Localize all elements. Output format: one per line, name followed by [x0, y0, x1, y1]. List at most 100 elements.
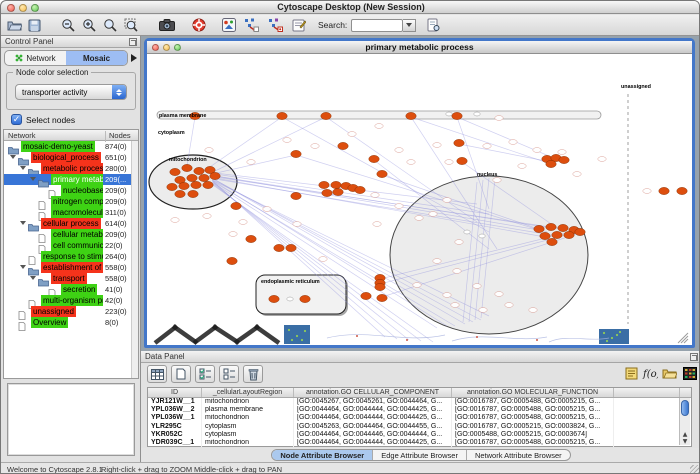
- node-label-halo: [529, 308, 537, 313]
- node-label-halo: [518, 164, 526, 169]
- control-panel-title: Control Panel: [5, 37, 53, 46]
- table-column-header[interactable]: annotation.GO CELLULAR_COMPONENT: [294, 388, 452, 397]
- thumbnail-node-dot: [616, 334, 618, 336]
- expand-arrow-icon[interactable]: [20, 166, 26, 170]
- scrollbar-arrows[interactable]: ▲▼: [680, 431, 690, 445]
- tab-node-attribute-browser[interactable]: Node Attribute Browser: [272, 450, 373, 460]
- data-panel-title: Data Panel: [145, 352, 185, 361]
- tree-row[interactable]: biological_process651(0): [4, 152, 138, 163]
- table-row[interactable]: YPL036W__1mitochondrion[GO:0044464, GO:0…: [148, 414, 691, 422]
- new-attribute-button[interactable]: [171, 365, 191, 383]
- tree-row[interactable]: establishment of lo558(0): [4, 262, 138, 273]
- layout-nodes-button[interactable]: [242, 16, 260, 34]
- table-column-header[interactable]: ID: [148, 388, 202, 397]
- select-attributes-button[interactable]: [195, 365, 215, 383]
- open-session-button[interactable]: [5, 16, 23, 34]
- import-attributes-button[interactable]: [661, 365, 678, 382]
- graph-node: [406, 112, 416, 119]
- select-nodes-checkbox[interactable]: ✓: [11, 114, 22, 125]
- tree-row[interactable]: cellular metabo209(0): [4, 229, 138, 240]
- table-column-header[interactable]: annotation.GO MOLECULAR_FUNCTION: [452, 388, 614, 397]
- zoom-in-button[interactable]: [80, 16, 98, 34]
- search-input[interactable]: [351, 19, 403, 32]
- help-button[interactable]: [190, 16, 208, 34]
- network-canvas[interactable]: plasma membranecytoplasmmitochondrionnuc…: [147, 54, 692, 345]
- tree-row[interactable]: unassigned223(0): [4, 306, 138, 317]
- tree-row[interactable]: nitrogen compo209(0): [4, 196, 138, 207]
- expand-arrow-icon[interactable]: [10, 155, 16, 159]
- zoom-out-button[interactable]: [59, 16, 77, 34]
- tree-scrollbar[interactable]: [131, 141, 138, 378]
- tree-row[interactable]: secretion 41(0): [4, 284, 138, 295]
- annotation-button[interactable]: [290, 16, 308, 34]
- save-session-button[interactable]: [25, 16, 43, 34]
- search-dropdown-button[interactable]: [403, 19, 416, 32]
- table-scrollbar[interactable]: ▲▼: [679, 398, 690, 445]
- node-label-halo: [373, 222, 381, 227]
- tree-row[interactable]: nucleobase-209(0): [4, 185, 138, 196]
- scrollbar-thumb[interactable]: [681, 400, 689, 416]
- table-row[interactable]: YJR121W__1mitochondrion[GO:0045267, GO:0…: [148, 398, 691, 406]
- tree-row-label: secretion: [61, 284, 97, 295]
- birds-eye-view[interactable]: [7, 383, 135, 456]
- tree-row-count: 8(0): [105, 317, 118, 328]
- tab-network[interactable]: Network: [5, 51, 66, 65]
- graph-node: [246, 235, 256, 242]
- table-row[interactable]: YDR039C__1mitochondrion[GO:0044464, GO:0…: [148, 439, 691, 447]
- tree-row[interactable]: cellular process614(0): [4, 218, 138, 229]
- expand-arrow-icon[interactable]: [20, 221, 26, 225]
- tree-row[interactable]: response to stimulu264(0): [4, 251, 138, 262]
- matrix-view-button[interactable]: [681, 365, 698, 382]
- node-label-halo: [415, 216, 423, 221]
- graph-node: [457, 157, 467, 164]
- tree-row[interactable]: primary metabo209(...: [4, 174, 138, 185]
- graph-node: [361, 292, 371, 299]
- zoom-fit-button[interactable]: [101, 16, 119, 34]
- attribute-table-button[interactable]: [147, 365, 167, 383]
- tree-row[interactable]: multi-organism pro42(0): [4, 295, 138, 306]
- table-row[interactable]: YLR295Ccytoplasm[GO:0045263, GO:0044464,…: [148, 423, 691, 431]
- tree-row[interactable]: transport558(0): [4, 273, 138, 284]
- table-column-header[interactable]: [614, 388, 680, 397]
- table-row[interactable]: YPL036W__2plasma membrane[GO:0044464, GO…: [148, 406, 691, 414]
- tree-row-count: 209(0): [105, 185, 127, 196]
- graph-node: [547, 238, 557, 245]
- expand-arrow-icon[interactable]: [30, 177, 36, 181]
- expand-arrow-icon[interactable]: [20, 265, 26, 269]
- float-panel-icon[interactable]: [690, 353, 698, 361]
- search-config-button[interactable]: [424, 16, 442, 34]
- tree-row[interactable]: macromolecule311(0): [4, 207, 138, 218]
- tree-column-network[interactable]: Network: [8, 131, 36, 140]
- resize-grip[interactable]: [690, 465, 700, 474]
- tree-row[interactable]: Overview8(0): [4, 317, 138, 328]
- table-column-header[interactable]: _cellularLayoutRegion: [202, 388, 294, 397]
- tab-edge-attribute-browser[interactable]: Edge Attribute Browser: [373, 450, 467, 460]
- network-graph[interactable]: plasma membranecytoplasmmitochondrionnuc…: [147, 54, 692, 345]
- float-panel-icon[interactable]: [129, 38, 137, 46]
- graph-node: [291, 192, 301, 199]
- snapshot-button[interactable]: [158, 16, 176, 34]
- tree-row[interactable]: mosaic-demo-yeast874(0): [4, 141, 138, 152]
- tree-row-count: 41(0): [105, 284, 123, 295]
- delete-attribute-button[interactable]: [243, 365, 263, 383]
- node-label-halo: [479, 308, 487, 313]
- node-label-halo: [293, 222, 301, 227]
- node-color-dropdown[interactable]: transporter activity: [15, 84, 127, 100]
- tree-row[interactable]: cell communicat22(0): [4, 240, 138, 251]
- more-tabs-arrow[interactable]: [131, 54, 137, 62]
- node-label-halo: [643, 189, 651, 194]
- node-label-halo: [598, 157, 606, 162]
- unselect-attributes-button[interactable]: [219, 365, 239, 383]
- tree-row[interactable]: metabolic process280(0): [4, 163, 138, 174]
- layout-selected-button[interactable]: [266, 16, 284, 34]
- tab-network-attribute-browser[interactable]: Network Attribute Browser: [467, 450, 570, 460]
- formula-button[interactable]: f(o): [641, 365, 658, 382]
- expand-arrow-icon[interactable]: [30, 276, 36, 280]
- vizmapper-button[interactable]: [220, 16, 238, 34]
- table-row[interactable]: YKR052Ccytoplasm[GO:0044464, GO:0044446,…: [148, 431, 691, 439]
- notes-button[interactable]: [623, 365, 640, 382]
- zoom-selected-button[interactable]: [122, 16, 140, 34]
- network-view-window[interactable]: primary metabolic process plasma membran…: [144, 38, 695, 348]
- tab-mosaic[interactable]: Mosaic: [66, 51, 127, 65]
- network-window-titlebar[interactable]: primary metabolic process: [147, 41, 692, 54]
